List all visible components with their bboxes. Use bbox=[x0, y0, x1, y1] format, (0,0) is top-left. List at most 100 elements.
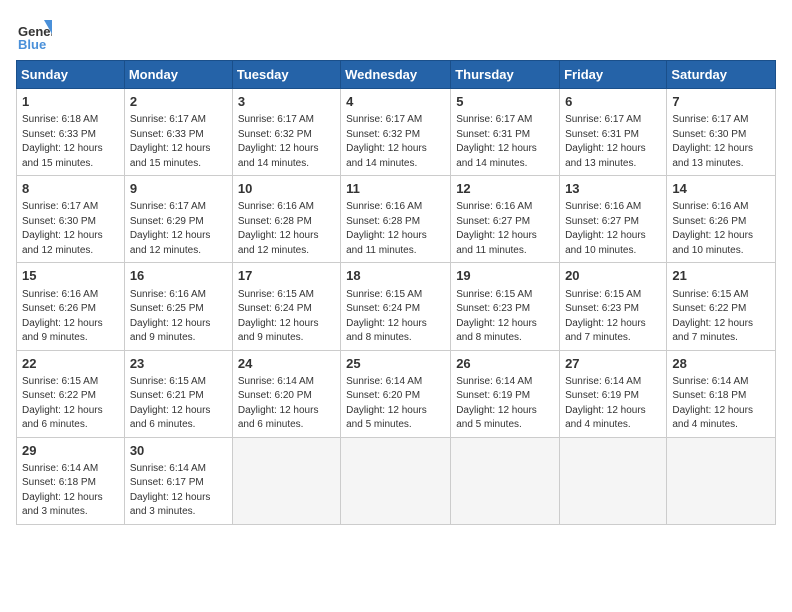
day-number: 23 bbox=[130, 355, 227, 373]
day-cell bbox=[560, 437, 667, 524]
day-cell: 2 Sunrise: 6:17 AM Sunset: 6:33 PM Daylig… bbox=[124, 89, 232, 176]
day-info: Sunrise: 6:17 AM Sunset: 6:32 PM Dayligh… bbox=[238, 113, 335, 171]
header-cell-saturday: Saturday bbox=[667, 61, 776, 89]
day-info: Sunrise: 6:15 AM Sunset: 6:23 PM Dayligh… bbox=[565, 288, 661, 346]
day-number: 22 bbox=[22, 355, 119, 373]
day-info: Sunrise: 6:14 AM Sunset: 6:18 PM Dayligh… bbox=[22, 462, 119, 520]
day-number: 24 bbox=[238, 355, 335, 373]
page-header: General Blue bbox=[16, 16, 776, 52]
day-number: 30 bbox=[130, 442, 227, 460]
day-number: 21 bbox=[672, 267, 770, 285]
day-cell bbox=[451, 437, 560, 524]
day-info: Sunrise: 6:17 AM Sunset: 6:31 PM Dayligh… bbox=[456, 113, 554, 171]
day-number: 10 bbox=[238, 180, 335, 198]
calendar-table: SundayMondayTuesdayWednesdayThursdayFrid… bbox=[16, 60, 776, 525]
logo-icon: General Blue bbox=[16, 16, 52, 52]
day-number: 20 bbox=[565, 267, 661, 285]
day-info: Sunrise: 6:15 AM Sunset: 6:24 PM Dayligh… bbox=[238, 288, 335, 346]
day-cell: 29 Sunrise: 6:14 AM Sunset: 6:18 PM Dayli… bbox=[17, 437, 125, 524]
day-number: 18 bbox=[346, 267, 445, 285]
header-cell-friday: Friday bbox=[560, 61, 667, 89]
day-number: 1 bbox=[22, 93, 119, 111]
day-info: Sunrise: 6:17 AM Sunset: 6:29 PM Dayligh… bbox=[130, 200, 227, 258]
day-info: Sunrise: 6:15 AM Sunset: 6:22 PM Dayligh… bbox=[22, 375, 119, 433]
day-cell: 30 Sunrise: 6:14 AM Sunset: 6:17 PM Dayli… bbox=[124, 437, 232, 524]
day-cell: 7 Sunrise: 6:17 AM Sunset: 6:30 PM Daylig… bbox=[667, 89, 776, 176]
day-info: Sunrise: 6:15 AM Sunset: 6:24 PM Dayligh… bbox=[346, 288, 445, 346]
day-cell: 22 Sunrise: 6:15 AM Sunset: 6:22 PM Dayli… bbox=[17, 350, 125, 437]
day-cell: 15Sunrise: 6:16 AM Sunset: 6:26 PM Dayli… bbox=[17, 263, 125, 350]
day-info: Sunrise: 6:16 AM Sunset: 6:26 PM Dayligh… bbox=[672, 200, 770, 258]
day-number: 26 bbox=[456, 355, 554, 373]
day-number: 19 bbox=[456, 267, 554, 285]
day-cell: 17 Sunrise: 6:15 AM Sunset: 6:24 PM Dayli… bbox=[232, 263, 340, 350]
calendar-header: SundayMondayTuesdayWednesdayThursdayFrid… bbox=[17, 61, 776, 89]
day-number: 6 bbox=[565, 93, 661, 111]
svg-text:Blue: Blue bbox=[18, 37, 46, 52]
day-number: 13 bbox=[565, 180, 661, 198]
day-info: Sunrise: 6:14 AM Sunset: 6:18 PM Dayligh… bbox=[672, 375, 770, 433]
day-info: Sunrise: 6:14 AM Sunset: 6:17 PM Dayligh… bbox=[130, 462, 227, 520]
header-cell-monday: Monday bbox=[124, 61, 232, 89]
week-row-1: 1 Sunrise: 6:18 AM Sunset: 6:33 PM Daylig… bbox=[17, 89, 776, 176]
header-cell-thursday: Thursday bbox=[451, 61, 560, 89]
day-number: 25 bbox=[346, 355, 445, 373]
day-cell: 5 Sunrise: 6:17 AM Sunset: 6:31 PM Daylig… bbox=[451, 89, 560, 176]
day-cell: 11Sunrise: 6:16 AM Sunset: 6:28 PM Dayli… bbox=[341, 176, 451, 263]
week-row-3: 15Sunrise: 6:16 AM Sunset: 6:26 PM Dayli… bbox=[17, 263, 776, 350]
day-cell: 14 Sunrise: 6:16 AM Sunset: 6:26 PM Dayli… bbox=[667, 176, 776, 263]
day-info: Sunrise: 6:16 AM Sunset: 6:26 PM Dayligh… bbox=[22, 288, 119, 346]
day-cell: 26Sunrise: 6:14 AM Sunset: 6:19 PM Dayli… bbox=[451, 350, 560, 437]
day-cell: 8Sunrise: 6:17 AM Sunset: 6:30 PM Daylig… bbox=[17, 176, 125, 263]
day-number: 7 bbox=[672, 93, 770, 111]
day-cell: 3 Sunrise: 6:17 AM Sunset: 6:32 PM Daylig… bbox=[232, 89, 340, 176]
header-cell-wednesday: Wednesday bbox=[341, 61, 451, 89]
day-cell: 28 Sunrise: 6:14 AM Sunset: 6:18 PM Dayli… bbox=[667, 350, 776, 437]
day-cell: 18 Sunrise: 6:15 AM Sunset: 6:24 PM Dayli… bbox=[341, 263, 451, 350]
day-cell bbox=[667, 437, 776, 524]
day-info: Sunrise: 6:15 AM Sunset: 6:21 PM Dayligh… bbox=[130, 375, 227, 433]
day-cell: 23 Sunrise: 6:15 AM Sunset: 6:21 PM Dayli… bbox=[124, 350, 232, 437]
day-cell bbox=[232, 437, 340, 524]
day-info: Sunrise: 6:17 AM Sunset: 6:30 PM Dayligh… bbox=[22, 200, 119, 258]
day-info: Sunrise: 6:18 AM Sunset: 6:33 PM Dayligh… bbox=[22, 113, 119, 171]
day-number: 9 bbox=[130, 180, 227, 198]
day-number: 16 bbox=[130, 267, 227, 285]
day-number: 5 bbox=[456, 93, 554, 111]
day-info: Sunrise: 6:16 AM Sunset: 6:27 PM Dayligh… bbox=[456, 200, 554, 258]
week-row-2: 8Sunrise: 6:17 AM Sunset: 6:30 PM Daylig… bbox=[17, 176, 776, 263]
day-number: 2 bbox=[130, 93, 227, 111]
day-info: Sunrise: 6:15 AM Sunset: 6:22 PM Dayligh… bbox=[672, 288, 770, 346]
day-cell: 6Sunrise: 6:17 AM Sunset: 6:31 PM Daylig… bbox=[560, 89, 667, 176]
calendar-body: 1 Sunrise: 6:18 AM Sunset: 6:33 PM Daylig… bbox=[17, 89, 776, 525]
day-info: Sunrise: 6:14 AM Sunset: 6:19 PM Dayligh… bbox=[565, 375, 661, 433]
day-cell bbox=[341, 437, 451, 524]
day-info: Sunrise: 6:16 AM Sunset: 6:28 PM Dayligh… bbox=[238, 200, 335, 258]
header-cell-sunday: Sunday bbox=[17, 61, 125, 89]
day-info: Sunrise: 6:16 AM Sunset: 6:27 PM Dayligh… bbox=[565, 200, 661, 258]
day-info: Sunrise: 6:17 AM Sunset: 6:33 PM Dayligh… bbox=[130, 113, 227, 171]
day-cell: 16 Sunrise: 6:16 AM Sunset: 6:25 PM Dayli… bbox=[124, 263, 232, 350]
day-number: 29 bbox=[22, 442, 119, 460]
day-number: 12 bbox=[456, 180, 554, 198]
day-cell: 4Sunrise: 6:17 AM Sunset: 6:32 PM Daylig… bbox=[341, 89, 451, 176]
day-number: 3 bbox=[238, 93, 335, 111]
day-cell: 13 Sunrise: 6:16 AM Sunset: 6:27 PM Dayli… bbox=[560, 176, 667, 263]
day-cell: 21 Sunrise: 6:15 AM Sunset: 6:22 PM Dayli… bbox=[667, 263, 776, 350]
day-number: 14 bbox=[672, 180, 770, 198]
day-info: Sunrise: 6:15 AM Sunset: 6:23 PM Dayligh… bbox=[456, 288, 554, 346]
day-info: Sunrise: 6:16 AM Sunset: 6:28 PM Dayligh… bbox=[346, 200, 445, 258]
day-cell: 1 Sunrise: 6:18 AM Sunset: 6:33 PM Daylig… bbox=[17, 89, 125, 176]
day-info: Sunrise: 6:14 AM Sunset: 6:20 PM Dayligh… bbox=[238, 375, 335, 433]
day-number: 4 bbox=[346, 93, 445, 111]
day-cell: 24 Sunrise: 6:14 AM Sunset: 6:20 PM Dayli… bbox=[232, 350, 340, 437]
day-cell: 20 Sunrise: 6:15 AM Sunset: 6:23 PM Dayli… bbox=[560, 263, 667, 350]
day-info: Sunrise: 6:17 AM Sunset: 6:30 PM Dayligh… bbox=[672, 113, 770, 171]
day-number: 17 bbox=[238, 267, 335, 285]
week-row-5: 29 Sunrise: 6:14 AM Sunset: 6:18 PM Dayli… bbox=[17, 437, 776, 524]
day-number: 28 bbox=[672, 355, 770, 373]
day-cell: 19 Sunrise: 6:15 AM Sunset: 6:23 PM Dayli… bbox=[451, 263, 560, 350]
header-row: SundayMondayTuesdayWednesdayThursdayFrid… bbox=[17, 61, 776, 89]
day-number: 27 bbox=[565, 355, 661, 373]
day-info: Sunrise: 6:16 AM Sunset: 6:25 PM Dayligh… bbox=[130, 288, 227, 346]
